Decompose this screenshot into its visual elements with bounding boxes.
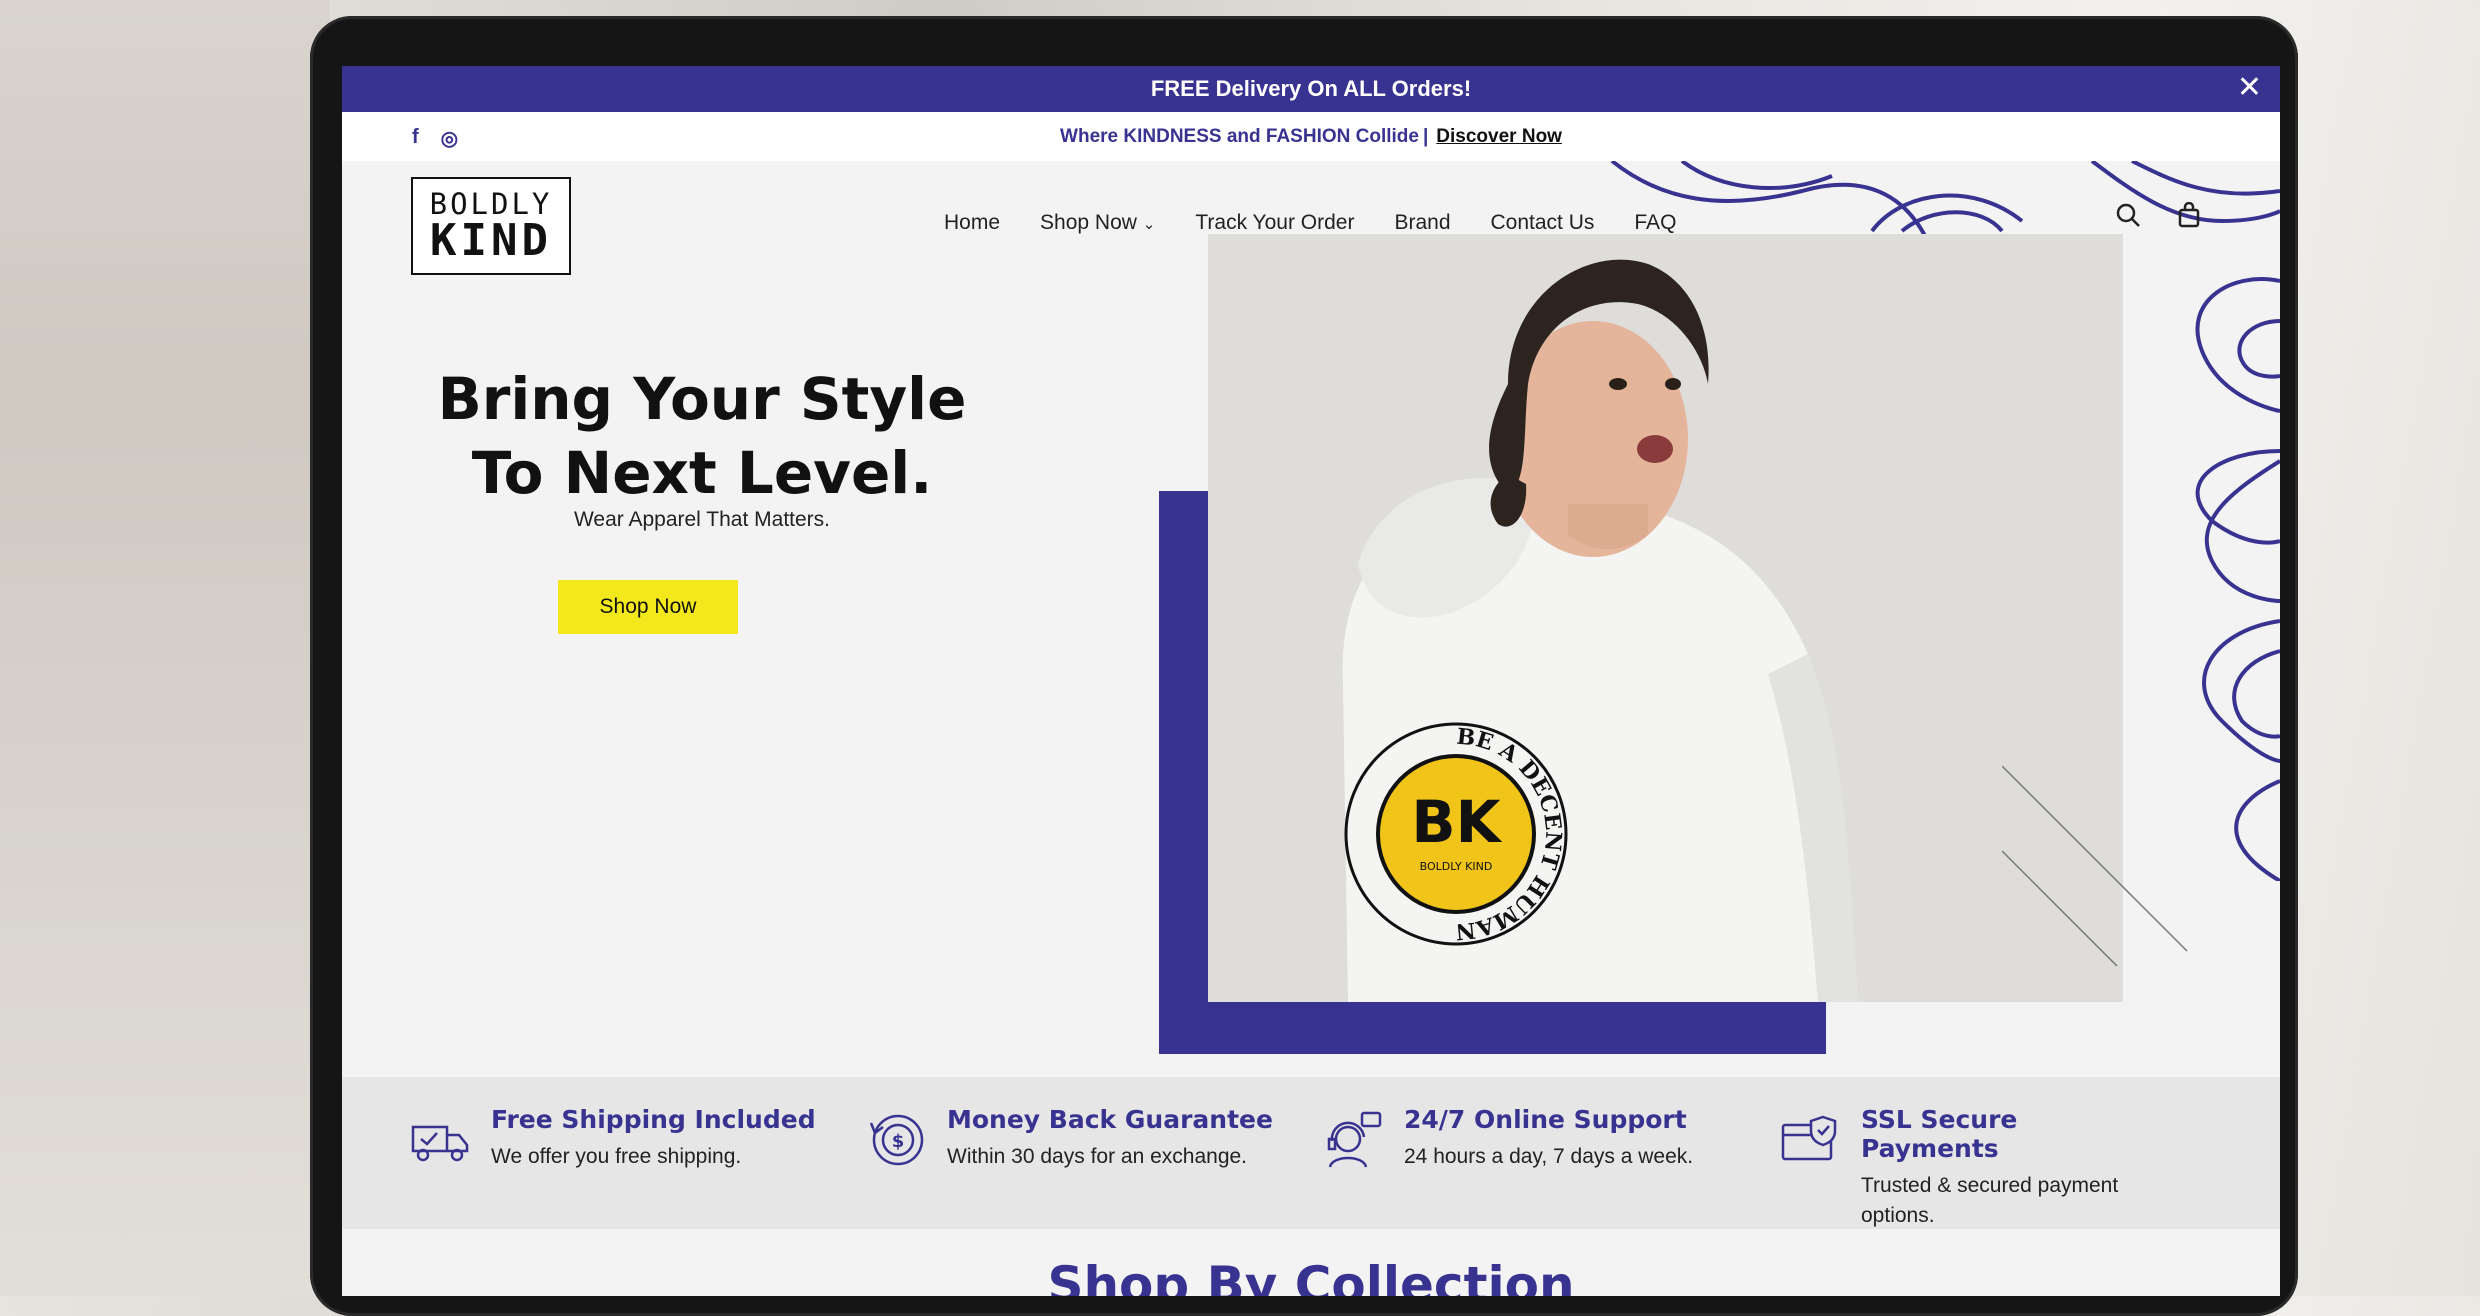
social-links: f ◎ [412,126,458,151]
background-wall [0,0,330,1296]
feature-title: SSL Secure Payments [1861,1105,2018,1163]
shop-now-button[interactable]: Shop Now [558,580,738,634]
tagline-separator: | [1422,125,1429,147]
main-nav: Home Shop Now ⌄ Track Your Order Brand C… [944,211,1676,235]
hero-title-line1: Bring Your Style [437,365,967,433]
boldly-kind-logo[interactable]: BOLDLY KIND [411,177,571,275]
section-title: Shop By Collection [1047,1256,1575,1296]
instagram-icon[interactable]: ◎ [441,126,458,151]
nav-shop-label: Shop Now [1040,211,1137,234]
chevron-down-icon: ⌄ [1142,216,1156,233]
announcement-bar: FREE Delivery On ALL Orders! ✕ [342,66,2280,112]
logo-line2: KIND [430,215,552,266]
nav-brand[interactable]: Brand [1394,211,1450,235]
hoodie-monogram: BK [1411,788,1502,856]
nav-contact[interactable]: Contact Us [1491,211,1595,235]
discover-now-link[interactable]: Discover Now [1436,126,1562,148]
feature-title: 24/7 Online Support [1404,1105,1687,1134]
feature-desc: Within 30 days for an exchange. [947,1145,1248,1168]
support-agent-icon [1327,1111,1382,1168]
search-icon[interactable] [2115,202,2141,228]
nav-shop-now[interactable]: Shop Now ⌄ [1040,211,1155,235]
hero-title-line2: To Next Level. [471,439,933,507]
features-strip: Free Shipping Included We offer you free… [342,1077,2280,1229]
secure-card-icon [1781,1115,1837,1161]
cart-bag-icon[interactable] [2177,202,2201,228]
announcement-text: FREE Delivery On ALL Orders! [1150,76,1472,101]
hoodie-brand: BOLDLY KIND [1420,860,1493,873]
svg-text:$: $ [892,1131,905,1152]
feature-title: Money Back Guarantee [947,1105,1273,1134]
close-icon[interactable]: ✕ [2237,72,2262,104]
header-icons [2115,202,2201,228]
hero-title: Bring Your Style To Next Level. [342,362,1062,510]
hero-subtitle: Wear Apparel That Matters. [573,508,830,531]
feature-money-back: $ Money Back Guarantee Within 30 days fo… [865,1105,1273,1172]
feature-title: Free Shipping Included [491,1105,816,1134]
model-illustration: BK BOLDLY KIND BE A DECENT HUMAN [1208,234,2123,1002]
nav-home[interactable]: Home [944,211,1000,235]
truck-icon [411,1125,469,1162]
sub-header-bar: f ◎ Where KINDNESS and FASHION Collide |… [342,112,2280,161]
feature-desc: We offer you free shipping. [491,1145,742,1168]
feature-free-shipping: Free Shipping Included We offer you free… [409,1105,816,1172]
nav-faq[interactable]: FAQ [1634,211,1676,235]
feature-online-support: 24/7 Online Support 24 hours a day, 7 da… [1322,1105,1693,1172]
feature-desc: Trusted & secured payment options. [1861,1174,2119,1227]
hero-photo-model: BK BOLDLY KIND BE A DECENT HUMAN [1208,234,2123,1002]
tagline: Where KINDNESS and FASHION Collide [1060,125,1419,147]
money-back-icon: $ [869,1114,924,1166]
website-screen: FREE Delivery On ALL Orders! ✕ f ◎ Where… [342,66,2280,1296]
facebook-icon[interactable]: f [412,126,419,151]
decorative-lines [2002,766,2188,966]
feature-desc: 24 hours a day, 7 days a week. [1404,1145,1694,1168]
feature-ssl-payments: SSL Secure Payments Trusted & secured pa… [1779,1105,2161,1231]
nav-track-order[interactable]: Track Your Order [1195,211,1354,235]
